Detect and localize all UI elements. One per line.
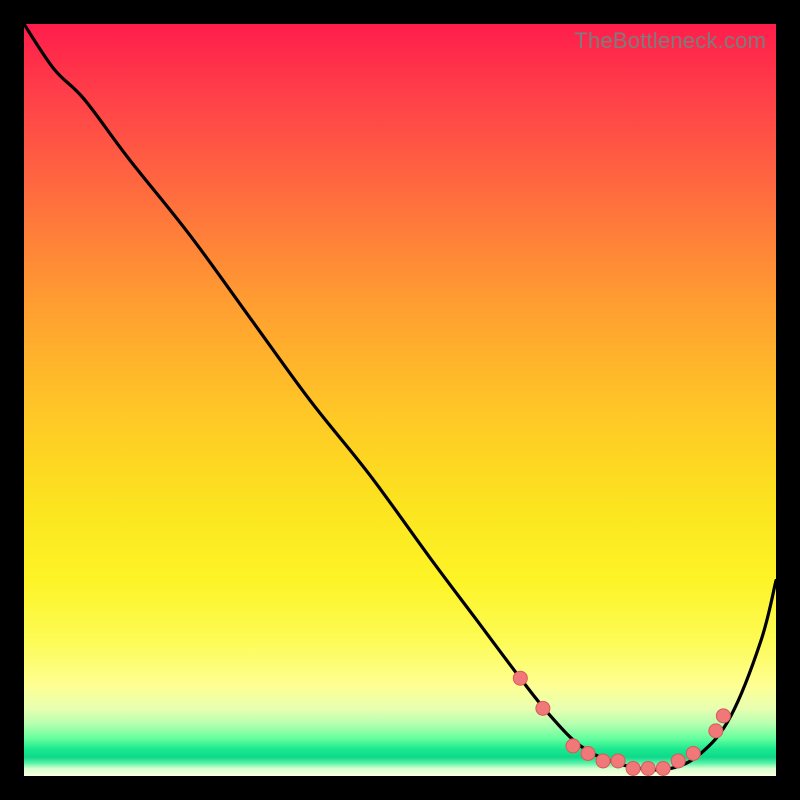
curve-marker [536,701,550,715]
curve-marker [566,739,580,753]
curve-marker [656,761,670,775]
curve-marker [626,761,640,775]
curve-marker [671,754,685,768]
curve-marker [709,724,723,738]
curve-marker [641,761,655,775]
curve-svg [24,24,776,776]
curve-marker [596,754,610,768]
curve-marker [716,709,730,723]
bottleneck-curve [24,24,776,770]
chart-frame: TheBottleneck.com [0,0,800,800]
watermark-text: TheBottleneck.com [574,28,766,54]
plot-area: TheBottleneck.com [24,24,776,776]
curve-marker [686,746,700,760]
curve-marker [513,671,527,685]
curve-marker [581,746,595,760]
curve-marker [611,754,625,768]
curve-markers [513,671,730,775]
